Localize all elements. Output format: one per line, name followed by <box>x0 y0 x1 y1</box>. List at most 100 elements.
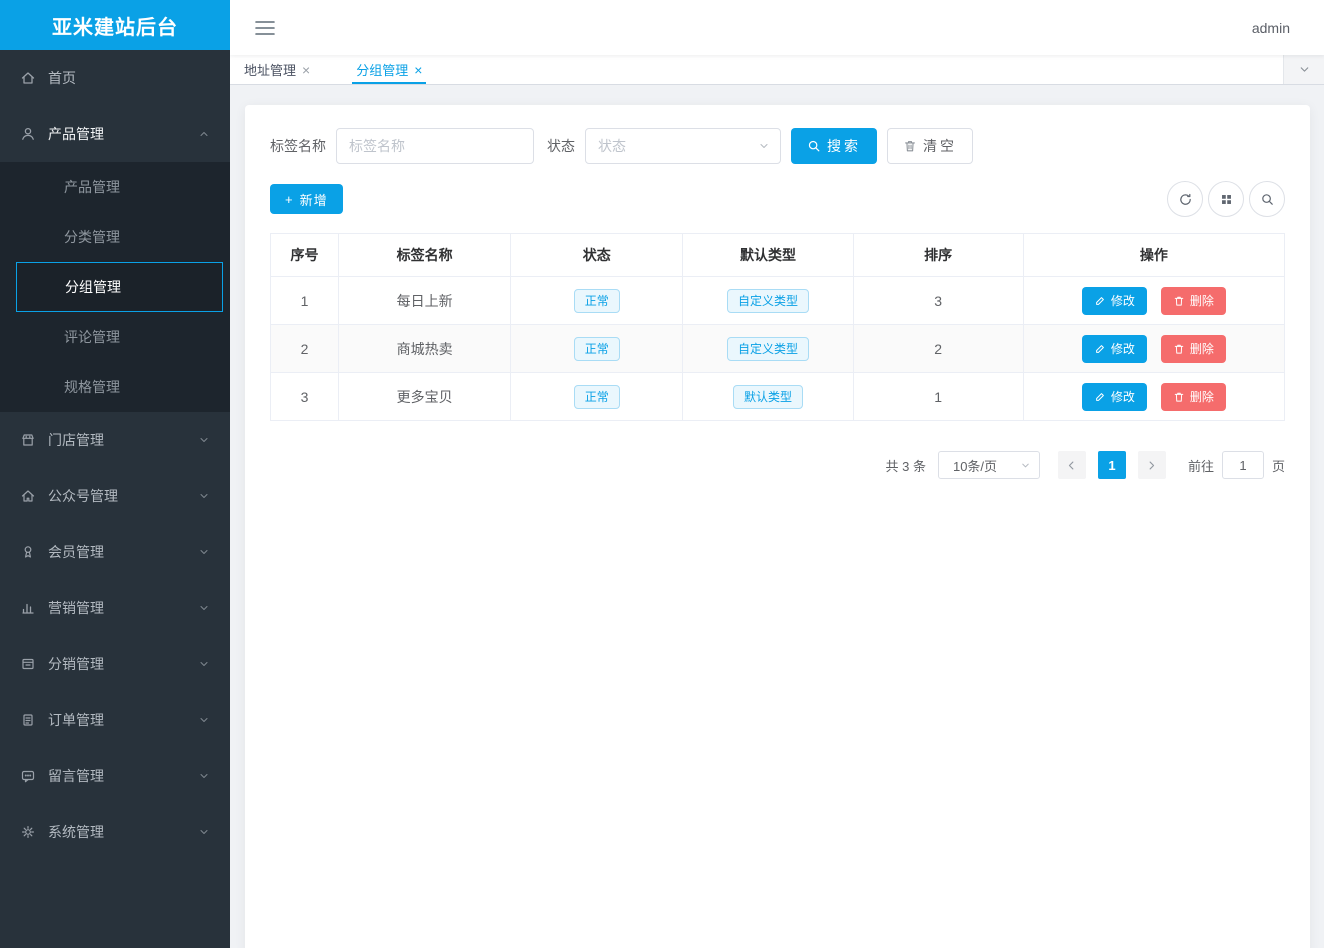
goto-unit-label: 页 <box>1272 456 1285 475</box>
pencil-icon <box>1094 343 1106 355</box>
table-header-row: 序号 标签名称 状态 默认类型 排序 操作 <box>271 234 1285 277</box>
product-submenu: 产品管理 分类管理 分组管理 评论管理 规格管理 <box>0 162 230 412</box>
data-table: 序号 标签名称 状态 默认类型 排序 操作 1 每日上新 正常 自定义类型 3 <box>270 233 1285 421</box>
page-size-select[interactable]: 10条/页 <box>938 451 1040 479</box>
hamburger-menu-icon[interactable] <box>248 14 282 42</box>
trash-icon <box>1173 295 1185 307</box>
chevron-down-icon <box>198 826 210 838</box>
chevron-down-icon <box>1298 63 1311 76</box>
trash-icon <box>1173 343 1185 355</box>
sidebar-item-marketing-management[interactable]: 营销管理 <box>0 580 230 636</box>
chevron-down-icon <box>198 602 210 614</box>
search-icon <box>1260 192 1275 207</box>
tab-bar: 地址管理 × 分组管理 × <box>230 55 1324 85</box>
content-card: 标签名称 状态 状态 搜索 清空 <box>245 105 1310 948</box>
delete-button[interactable]: 删除 <box>1161 383 1226 411</box>
board-icon <box>20 656 36 672</box>
total-count: 共 3 条 <box>886 456 926 475</box>
sidebar-item-store-management[interactable]: 门店管理 <box>0 412 230 468</box>
toolbar-row: + 新增 <box>270 181 1285 217</box>
bar-chart-icon <box>20 600 36 616</box>
column-settings-button[interactable] <box>1208 181 1244 217</box>
goto-label: 前往 <box>1188 456 1214 475</box>
top-navbar: admin <box>230 0 1324 55</box>
pencil-icon <box>1094 295 1106 307</box>
refresh-icon <box>1178 192 1193 207</box>
close-icon[interactable]: × <box>302 63 310 77</box>
house-icon <box>20 488 36 504</box>
table-row: 1 每日上新 正常 自定义类型 3 修改 删除 <box>271 277 1285 325</box>
chevron-down-icon <box>198 546 210 558</box>
edit-button[interactable]: 修改 <box>1082 335 1147 363</box>
next-page-button[interactable] <box>1138 451 1166 479</box>
user-icon <box>20 126 36 142</box>
edit-button[interactable]: 修改 <box>1082 287 1147 315</box>
chevron-right-icon <box>1146 460 1157 471</box>
goto-page-input[interactable] <box>1222 451 1264 479</box>
app-logo: 亚米建站后台 <box>0 0 230 50</box>
chevron-down-icon <box>198 490 210 502</box>
prev-page-button[interactable] <box>1058 451 1086 479</box>
search-icon <box>807 139 821 153</box>
user-menu[interactable]: admin <box>1252 20 1290 36</box>
add-button[interactable]: + 新增 <box>270 184 343 214</box>
sidebar-item-distribution-management[interactable]: 分销管理 <box>0 636 230 692</box>
table-row: 2 商城热卖 正常 自定义类型 2 修改 删除 <box>271 325 1285 373</box>
sidebar-item-message-management[interactable]: 留言管理 <box>0 748 230 804</box>
sidebar-subitem-product[interactable]: 产品管理 <box>0 162 230 212</box>
type-badge: 自定义类型 <box>727 337 809 361</box>
store-icon <box>20 432 36 448</box>
sidebar-item-home[interactable]: 首页 <box>0 50 230 106</box>
sidebar-subitem-comment[interactable]: 评论管理 <box>0 312 230 362</box>
tab-group-management[interactable]: 分组管理 × <box>342 55 436 84</box>
name-filter-input[interactable] <box>336 128 534 164</box>
header-status: 状态 <box>511 234 683 277</box>
chevron-down-icon <box>758 140 770 152</box>
document-icon <box>20 712 36 728</box>
pagination: 共 3 条 10条/页 1 前往 页 <box>270 451 1285 479</box>
sidebar-subitem-group[interactable]: 分组管理 <box>16 262 223 312</box>
delete-button[interactable]: 删除 <box>1161 335 1226 363</box>
type-badge: 默认类型 <box>733 385 803 409</box>
sidebar-item-product-management[interactable]: 产品管理 <box>0 106 230 162</box>
type-badge: 自定义类型 <box>727 289 809 313</box>
grid-icon <box>1220 193 1233 206</box>
gear-icon <box>20 824 36 840</box>
table-search-button[interactable] <box>1249 181 1285 217</box>
sidebar: 亚米建站后台 首页 产品管理 产品管理 分类管理 分组管理 评论管理 规格管理 <box>0 0 230 948</box>
refresh-button[interactable] <box>1167 181 1203 217</box>
medal-icon <box>20 544 36 560</box>
chevron-up-icon <box>198 128 210 140</box>
clear-button[interactable]: 清空 <box>887 128 973 164</box>
status-badge: 正常 <box>574 337 620 361</box>
header-sort: 排序 <box>853 234 1023 277</box>
status-badge: 正常 <box>574 289 620 313</box>
search-button[interactable]: 搜索 <box>791 128 877 164</box>
sidebar-item-system-management[interactable]: 系统管理 <box>0 804 230 860</box>
header-actions: 操作 <box>1023 234 1284 277</box>
pencil-icon <box>1094 391 1106 403</box>
main-content: 标签名称 状态 状态 搜索 清空 <box>230 85 1324 948</box>
status-filter-label: 状态 <box>547 136 575 156</box>
tab-list-dropdown[interactable] <box>1283 55 1324 84</box>
sidebar-item-official-account[interactable]: 公众号管理 <box>0 468 230 524</box>
chevron-down-icon <box>198 434 210 446</box>
name-filter-label: 标签名称 <box>270 136 326 156</box>
close-icon[interactable]: × <box>414 63 422 77</box>
header-name: 标签名称 <box>339 234 511 277</box>
status-badge: 正常 <box>574 385 620 409</box>
sidebar-item-member-management[interactable]: 会员管理 <box>0 524 230 580</box>
chevron-left-icon <box>1066 460 1077 471</box>
trash-icon <box>903 139 917 153</box>
sidebar-subitem-spec[interactable]: 规格管理 <box>0 362 230 412</box>
status-filter-select[interactable]: 状态 <box>585 128 781 164</box>
page-number-button[interactable]: 1 <box>1098 451 1126 479</box>
tab-address-management[interactable]: 地址管理 × <box>230 55 324 84</box>
table-row: 3 更多宝贝 正常 默认类型 1 修改 删除 <box>271 373 1285 421</box>
sidebar-item-label: 产品管理 <box>48 124 104 144</box>
sidebar-subitem-category[interactable]: 分类管理 <box>0 212 230 262</box>
edit-button[interactable]: 修改 <box>1082 383 1147 411</box>
delete-button[interactable]: 删除 <box>1161 287 1226 315</box>
chat-icon <box>20 768 36 784</box>
sidebar-item-order-management[interactable]: 订单管理 <box>0 692 230 748</box>
